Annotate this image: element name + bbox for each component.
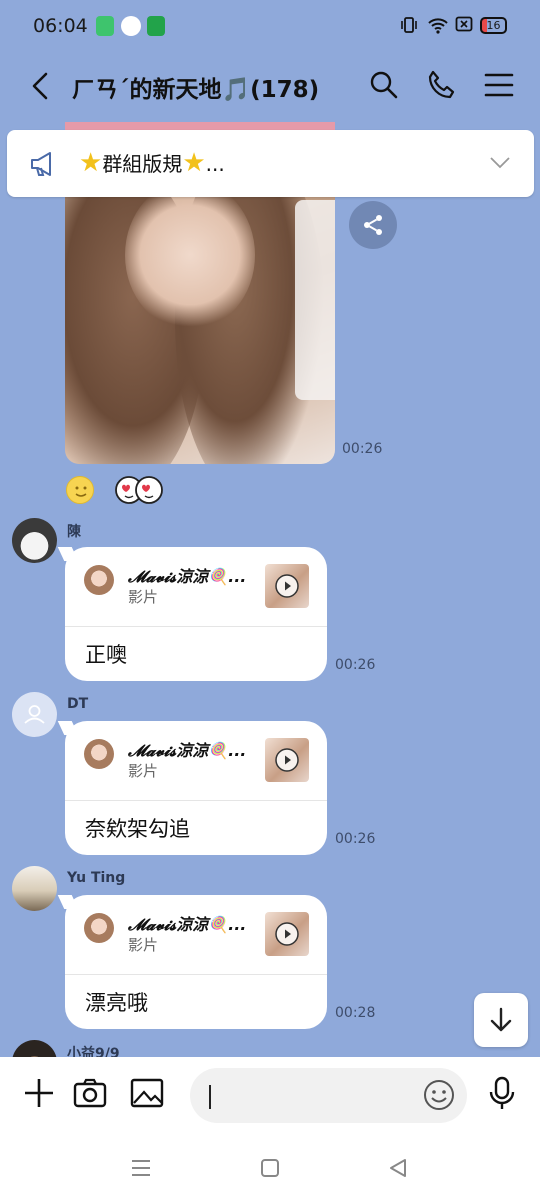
- shared-video-card[interactable]: 𝓜𝓪𝓿𝓲𝓼涼涼🍭... 影片 奈欸架勾追: [65, 721, 327, 855]
- card-avatar: [84, 565, 114, 595]
- avatar[interactable]: [12, 866, 57, 911]
- back-nav-icon[interactable]: [387, 1157, 409, 1179]
- status-time: 06:04: [33, 15, 88, 37]
- announcement-ellipsis: ...: [205, 152, 225, 176]
- microphone-icon[interactable]: [484, 1075, 520, 1111]
- card-subtitle: 影片: [128, 588, 159, 606]
- card-subtitle: 影片: [128, 762, 159, 780]
- menu-icon[interactable]: [482, 68, 516, 102]
- photo-region: [295, 200, 335, 400]
- announcement-text: ★群組版規★...: [79, 148, 225, 178]
- wifi-icon: [428, 18, 448, 34]
- message-text: 正噢: [85, 643, 127, 667]
- scroll-to-bottom-button[interactable]: [474, 993, 528, 1047]
- vibrate-icon: [401, 17, 417, 33]
- plus-icon[interactable]: [21, 1075, 57, 1111]
- play-icon: [275, 574, 299, 598]
- text-cursor: [209, 1085, 211, 1109]
- sender-name: 陳: [67, 524, 81, 540]
- emoji-icon[interactable]: [423, 1079, 455, 1111]
- default-avatar[interactable]: [12, 692, 57, 737]
- heart-eyes-reaction-icon[interactable]: [113, 474, 165, 506]
- camera-icon[interactable]: [72, 1075, 108, 1111]
- line-notification-icon: [121, 16, 141, 36]
- play-icon: [275, 748, 299, 772]
- arrow-down-icon: [490, 1007, 512, 1032]
- phone-icon[interactable]: [424, 68, 458, 102]
- card-title: 𝓜𝓪𝓿𝓲𝓼涼涼🍭...: [128, 741, 247, 760]
- card-title: 𝓜𝓪𝓿𝓲𝓼涼涼🍭...: [128, 915, 247, 934]
- message-time: 00:26: [335, 831, 376, 847]
- divider: [65, 974, 327, 975]
- shield-notification-icon: [147, 16, 165, 36]
- message-text: 奈欸架勾追: [85, 817, 190, 841]
- status-bar: 06:04 16: [0, 0, 540, 52]
- play-icon: [275, 922, 299, 946]
- message-time: 00:28: [335, 1005, 376, 1021]
- system-nav-bar: [0, 1137, 540, 1200]
- divider: [65, 800, 327, 801]
- image-icon[interactable]: [129, 1075, 165, 1111]
- avatar[interactable]: [12, 518, 57, 563]
- chat-title: ㄏㄢˊ的新天地🎵(178): [72, 77, 320, 103]
- smile-face-icon: [75, 486, 87, 497]
- share-button[interactable]: [349, 201, 397, 249]
- announcement-label: 群組版規: [102, 152, 183, 176]
- back-icon[interactable]: [26, 68, 56, 104]
- battery-level: 16: [486, 19, 501, 32]
- star-icon: ★: [79, 148, 103, 178]
- message-time: 00:26: [335, 657, 376, 673]
- card-title: 𝓜𝓪𝓿𝓲𝓼涼涼🍭...: [128, 567, 247, 586]
- home-icon[interactable]: [259, 1157, 281, 1179]
- shared-video-card[interactable]: 𝓜𝓪𝓿𝓲𝓼涼涼🍭... 影片 漂亮哦: [65, 895, 327, 1029]
- message-text: 漂亮哦: [85, 991, 148, 1015]
- shared-video-card[interactable]: 𝓜𝓪𝓿𝓲𝓼涼涼🍭... 影片 正噢: [65, 547, 327, 681]
- card-avatar: [84, 739, 114, 769]
- card-subtitle: 影片: [128, 936, 159, 954]
- app-notification-icon: [96, 16, 114, 36]
- user-icon: [24, 705, 45, 724]
- sender-name: Yu Ting: [67, 870, 126, 886]
- recents-icon[interactable]: [130, 1157, 152, 1179]
- megaphone-icon: [31, 152, 51, 176]
- message-time: 00:26: [342, 441, 383, 457]
- divider: [65, 626, 327, 627]
- share-icon: [364, 215, 382, 235]
- chat-header: ㄏㄢˊ的新天地🎵(178): [0, 52, 540, 122]
- battery-icon: 16: [480, 17, 507, 34]
- search-icon[interactable]: [367, 68, 401, 102]
- chevron-down-icon[interactable]: [488, 152, 512, 172]
- input-bar: [0, 1057, 540, 1137]
- video-thumbnail[interactable]: [265, 912, 309, 956]
- smile-reaction-icon[interactable]: [66, 476, 94, 504]
- star-icon: ★: [182, 148, 206, 178]
- video-thumbnail[interactable]: [265, 564, 309, 608]
- announcement-bar[interactable]: ★群組版規★...: [7, 130, 534, 197]
- photo-region: [125, 180, 255, 330]
- video-thumbnail[interactable]: [265, 738, 309, 782]
- sim-icon: [455, 16, 473, 32]
- sender-name: DT: [67, 696, 89, 712]
- card-avatar: [84, 913, 114, 943]
